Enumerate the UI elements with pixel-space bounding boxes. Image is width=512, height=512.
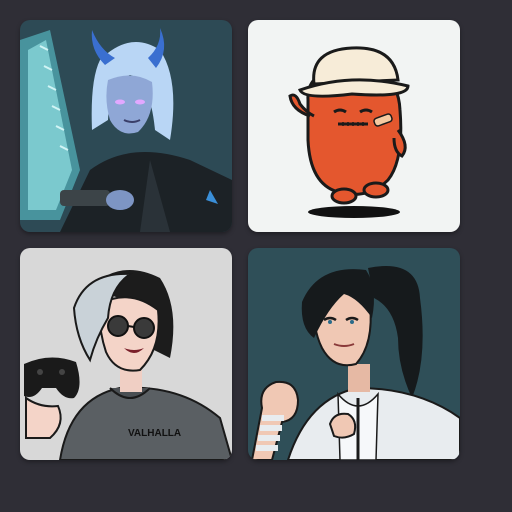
gamer-avatar-image: VALHALLA [20,248,232,460]
avatar-card-demon[interactable] [20,20,232,232]
fighter-avatar-image [248,248,460,460]
avatar-card-fighter[interactable] [248,248,460,460]
avatar-card-orange-blob[interactable] [248,20,460,232]
orange-blob-avatar-image [248,20,460,232]
avatar-grid: VALHALLA [0,0,512,512]
avatar-card-gamer[interactable]: VALHALLA [20,248,232,460]
hoodie-text: VALHALLA [128,428,181,439]
demon-avatar-image [20,20,232,232]
